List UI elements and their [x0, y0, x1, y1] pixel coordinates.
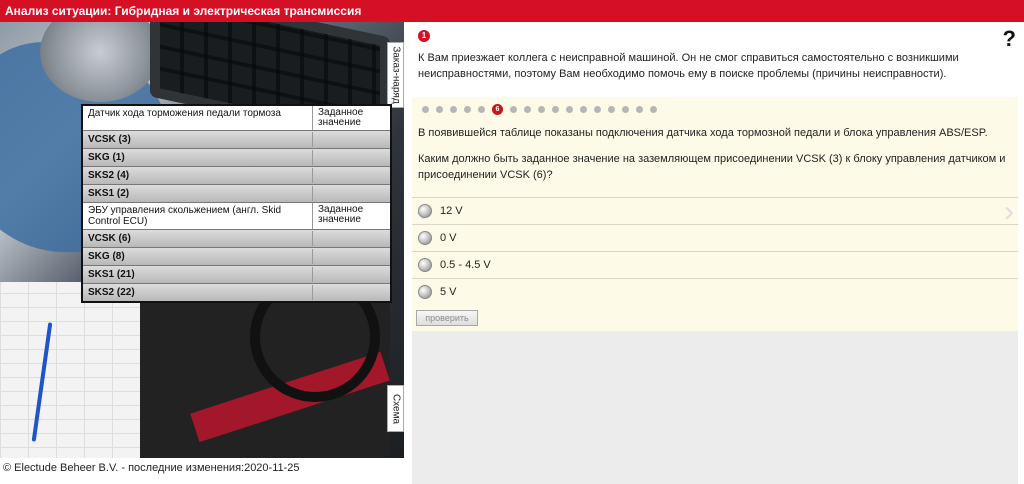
answer-option[interactable]: 12 V — [412, 197, 1018, 224]
row-label: SKS1 (2) — [83, 186, 313, 201]
table-row: SKS1 (21) — [83, 265, 390, 283]
row-value — [313, 237, 390, 241]
tab-work-order[interactable]: Заказ-наряд — [387, 42, 404, 108]
section-value-header: Заданное значение — [318, 107, 364, 128]
help-icon[interactable]: ? — [1003, 26, 1016, 52]
progress-dot[interactable] — [552, 106, 559, 113]
footer: © Electude Beheer B.V. - последние измен… — [0, 458, 404, 484]
check-button[interactable]: проверить — [416, 310, 478, 326]
question-text-2: Каким должно быть заданное значение на з… — [418, 153, 1006, 181]
row-value — [313, 291, 390, 295]
table-row: SKS2 (4) — [83, 166, 390, 184]
row-value — [313, 255, 390, 259]
progress-dot[interactable] — [510, 106, 517, 113]
answer-option[interactable]: 5 V — [412, 278, 1018, 305]
row-label: SKG (1) — [83, 150, 313, 165]
footer-copyright: © Electude Beheer B.V. - последние измен… — [3, 462, 300, 474]
section-header-label: Датчик хода торможения педали тормоза — [83, 106, 313, 130]
progress-dot[interactable] — [622, 106, 629, 113]
progress-dot-current[interactable]: 6 — [492, 104, 503, 115]
step-number-badge: 1 — [418, 30, 430, 42]
table-row: VCSK (6) — [83, 229, 390, 247]
progress-dot[interactable] — [636, 106, 643, 113]
app-title-bar: Анализ ситуации: Гибридная и электрическ… — [0, 0, 1024, 22]
progress-dot[interactable] — [650, 106, 657, 113]
table-row: SKS2 (22) — [83, 283, 390, 301]
task-panel: 1 ? К Вам приезжает коллега с неисправно… — [404, 22, 1024, 484]
tab-schema[interactable]: Схема — [387, 385, 404, 432]
tab-work-order-label: Заказ-наряд — [390, 46, 401, 104]
table-row: SKS1 (2) — [83, 184, 390, 202]
progress-dot[interactable] — [478, 106, 485, 113]
progress-dot[interactable] — [464, 106, 471, 113]
row-label: SKS2 (22) — [83, 285, 313, 300]
answer-option[interactable]: 0.5 - 4.5 V — [412, 251, 1018, 278]
row-label: VCSK (3) — [83, 132, 313, 147]
progress-dot[interactable] — [608, 106, 615, 113]
progress-dots: 6 — [422, 104, 657, 115]
table-row: SKG (8) — [83, 247, 390, 265]
progress-dot[interactable] — [538, 106, 545, 113]
section-value-header: Заданное значение — [318, 204, 364, 225]
table-section-header: Датчик хода торможения педали тормоза За… — [83, 106, 390, 130]
radio-icon[interactable] — [418, 285, 432, 299]
progress-dot[interactable] — [436, 106, 443, 113]
progress-dot[interactable] — [566, 106, 573, 113]
row-value — [313, 273, 390, 277]
row-value — [313, 174, 390, 178]
answer-list: 12 V 0 V 0.5 - 4.5 V 5 V — [412, 197, 1018, 305]
table-row: SKG (1) — [83, 148, 390, 166]
question-box: ‹ › 6 В появившейся таблице показаны под… — [412, 97, 1018, 331]
answer-label: 5 V — [440, 286, 457, 298]
radio-icon[interactable] — [418, 258, 432, 272]
row-value — [313, 156, 390, 160]
progress-dot[interactable] — [594, 106, 601, 113]
empty-area — [412, 331, 1018, 484]
radio-icon[interactable] — [418, 204, 432, 218]
answer-label: 0.5 - 4.5 V — [440, 259, 491, 271]
answer-label: 12 V — [440, 205, 463, 217]
row-value — [313, 138, 390, 142]
progress-dot[interactable] — [524, 106, 531, 113]
question-text: В появившейся таблице показаны подключен… — [418, 125, 1012, 193]
answer-label: 0 V — [440, 232, 457, 244]
progress-dot[interactable] — [450, 106, 457, 113]
progress-dot[interactable] — [422, 106, 429, 113]
connection-table: Датчик хода торможения педали тормоза За… — [81, 104, 392, 303]
row-label: SKS2 (4) — [83, 168, 313, 183]
section-header-label: ЭБУ управления скольжением (англ. Skid C… — [83, 203, 313, 229]
row-label: SKS1 (21) — [83, 267, 313, 282]
row-label: VCSK (6) — [83, 231, 313, 246]
table-section-header: ЭБУ управления скольжением (англ. Skid C… — [83, 202, 390, 229]
table-row: VCSK (3) — [83, 130, 390, 148]
question-text-1: В появившейся таблице показаны подключен… — [418, 127, 988, 139]
tab-schema-label: Схема — [390, 393, 401, 424]
progress-dot[interactable] — [580, 106, 587, 113]
row-label: SKG (8) — [83, 249, 313, 264]
app-title: Анализ ситуации: Гибридная и электрическ… — [5, 4, 362, 18]
answer-option[interactable]: 0 V — [412, 224, 1018, 251]
task-intro: К Вам приезжает коллега с неисправной ма… — [418, 52, 959, 80]
row-value — [313, 192, 390, 196]
radio-icon[interactable] — [418, 231, 432, 245]
